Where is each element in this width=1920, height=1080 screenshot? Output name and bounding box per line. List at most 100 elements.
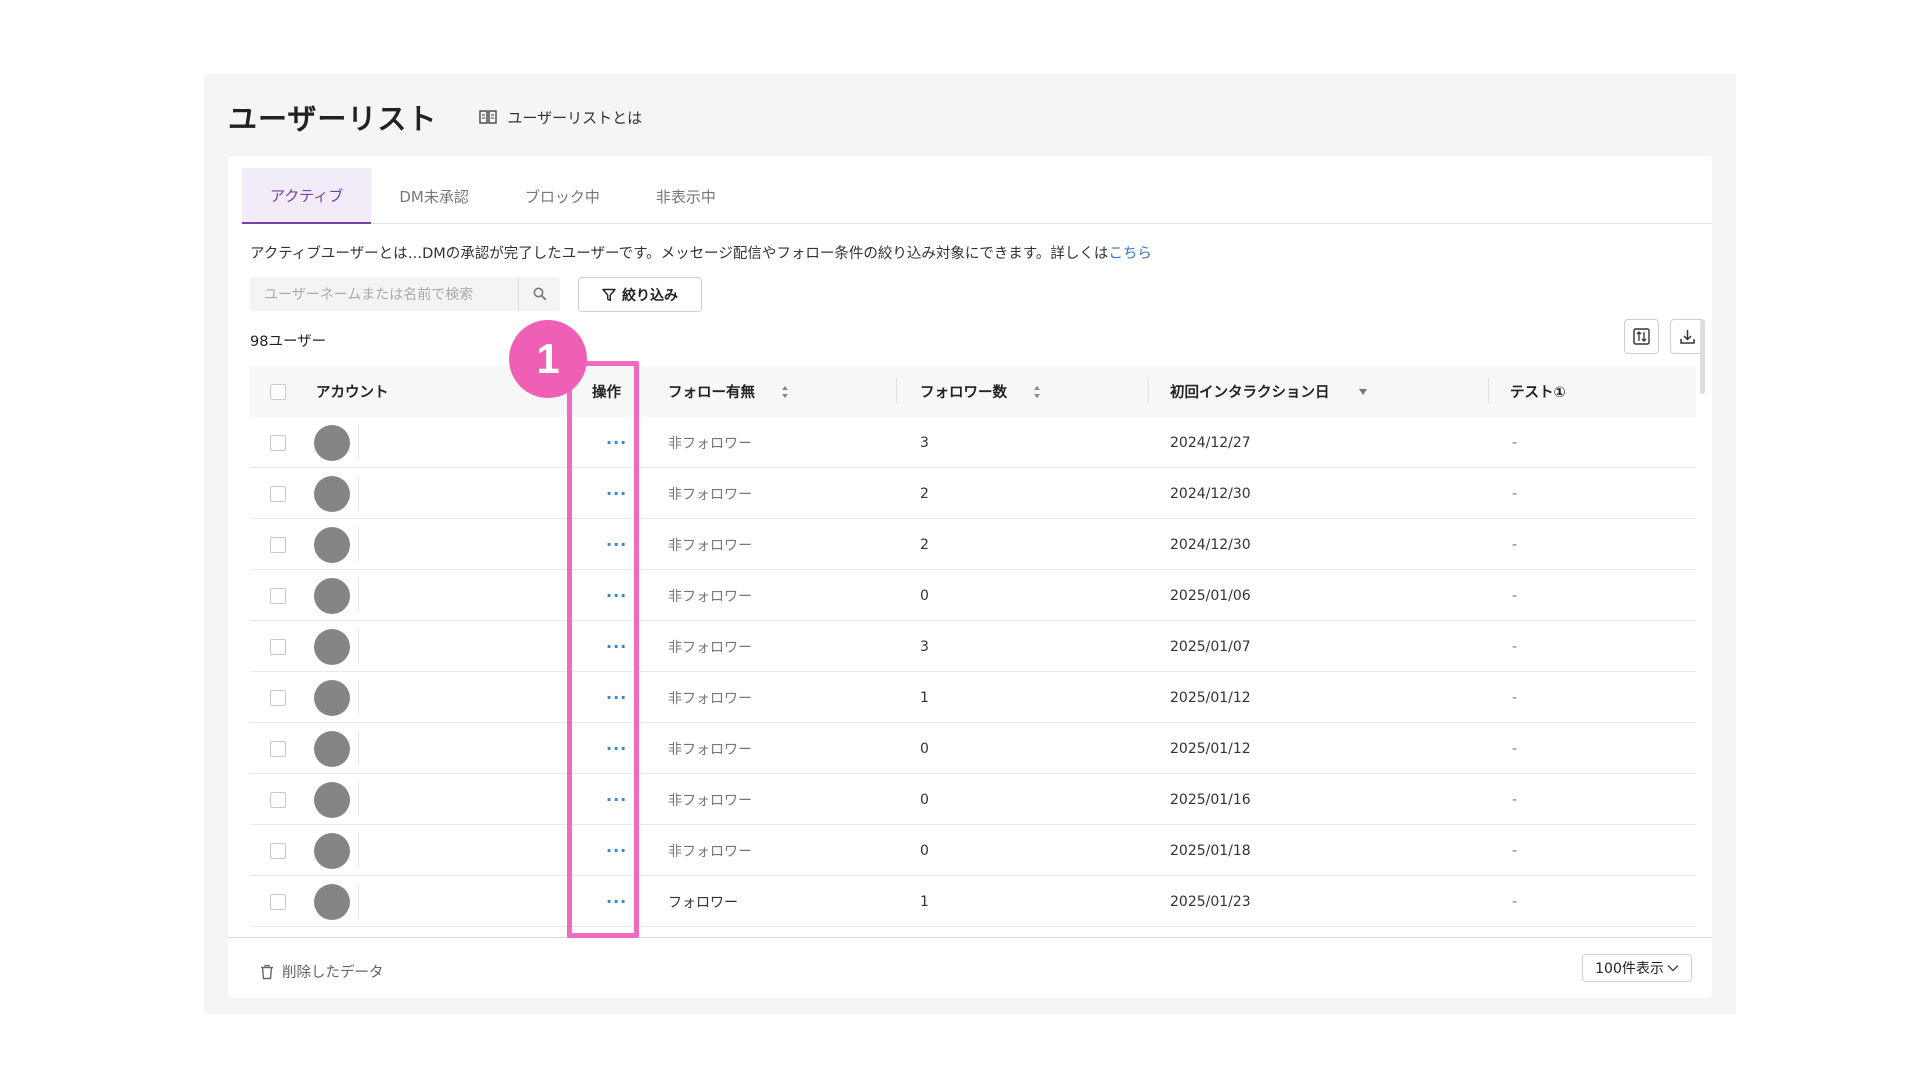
action-menu-button[interactable]: ··· [606,468,627,519]
avatar[interactable] [314,832,350,869]
column-settings-button[interactable] [1624,319,1659,354]
avatar[interactable] [314,628,350,665]
search-box[interactable]: ユーザーネームまたは名前で検索 [250,277,560,311]
select-all-checkbox[interactable] [270,383,286,400]
follow-status: フォロワー [668,894,738,911]
cell-divider [358,731,359,765]
trash-icon [261,964,273,979]
account-cell[interactable] [314,468,350,519]
details-link[interactable]: こちら [1108,246,1152,262]
action-menu-button[interactable]: ··· [606,519,627,570]
account-cell[interactable] [314,570,350,621]
table-row[interactable]: ··· 非フォロワー 2 2024/12/30 - [250,468,1696,519]
action-menu-button[interactable]: ··· [606,723,627,774]
row-checkbox[interactable] [270,842,286,859]
column-divider [1148,378,1149,404]
action-menu-button[interactable]: ··· [606,417,627,468]
account-cell[interactable] [314,876,350,927]
avatar[interactable] [314,883,350,920]
account-cell[interactable] [314,621,350,672]
filter-label[interactable]: 絞り込み [622,285,678,305]
deleted-data-link[interactable]: 削除したデータ [260,961,384,982]
scrollbar[interactable] [1700,320,1705,394]
row-select-cell [270,519,286,570]
account-cell[interactable] [314,774,350,825]
action-menu-button[interactable]: ··· [606,570,627,621]
table-row[interactable]: ··· 非フォロワー 0 2025/01/06 - [250,570,1696,621]
tab-active[interactable]: アクティブ [242,168,372,224]
action-menu-button[interactable]: ··· [606,672,627,723]
avatar[interactable] [314,679,350,716]
table-row[interactable]: ··· 非フォロワー 2 2024/12/30 - [250,519,1696,570]
account-cell[interactable] [314,825,350,876]
cell-divider [358,476,359,510]
follow-status: 非フォロワー [668,690,752,707]
col-account: アカウント [316,385,389,401]
follow-status: 非フォロワー [668,486,752,503]
first-interaction-date: 2024/12/30 [1170,536,1251,553]
row-select-cell [270,468,286,519]
row-checkbox[interactable] [270,893,286,910]
deleted-data-label[interactable]: 削除したデータ [282,961,384,982]
description-text: アクティブユーザーとは…DMの承認が完了したユーザーです。メッセージ配信やフォロ… [250,246,1109,262]
table-row[interactable]: ··· 非フォロワー 3 2024/12/27 - [250,417,1696,468]
tab-bar: アクティブ DM未承認 ブロック中 非表示中 [242,168,1712,224]
follower-count: 0 [920,587,929,604]
action-menu-button[interactable]: ··· [606,876,627,927]
table-body: ··· 非フォロワー 3 2024/12/27 - ··· 非フォロワー 2 2… [250,417,1696,927]
user-count: 98ユーザー [250,334,327,350]
action-menu-button[interactable]: ··· [606,621,627,672]
avatar[interactable] [314,781,350,818]
help-link-label[interactable]: ユーザーリストとは [507,107,642,128]
account-cell[interactable] [314,417,350,468]
help-link[interactable]: ユーザーリストとは [479,107,642,128]
sort-desc-icon[interactable] [1358,388,1368,396]
per-page-value[interactable]: 100件表示 [1595,958,1664,978]
account-cell[interactable] [314,723,350,774]
row-checkbox[interactable] [270,587,286,604]
sort-icon[interactable] [1033,385,1041,399]
follow-status: 非フォロワー [668,588,752,605]
follower-count: 0 [920,740,929,757]
action-menu-button[interactable]: ··· [606,774,627,825]
sort-icon[interactable] [781,385,789,399]
test-value: - [1512,536,1518,553]
search-input[interactable]: ユーザーネームまたは名前で検索 [250,284,518,304]
row-checkbox[interactable] [270,740,286,757]
row-checkbox[interactable] [270,638,286,655]
cell-divider [358,578,359,612]
table-row[interactable]: ··· 非フォロワー 0 2025/01/12 - [250,723,1696,774]
test-value: - [1512,740,1518,757]
avatar[interactable] [314,475,350,512]
row-checkbox[interactable] [270,434,286,451]
table-row[interactable]: ··· 非フォロワー 0 2025/01/16 - [250,774,1696,825]
col-follow-sortable[interactable]: フォロー有無 [668,366,789,417]
row-select-cell [270,876,286,927]
row-select-cell [270,417,286,468]
table-row[interactable]: ··· 非フォロワー 3 2025/01/07 - [250,621,1696,672]
tab-blocked[interactable]: ブロック中 [497,168,628,224]
row-checkbox[interactable] [270,689,286,706]
avatar[interactable] [314,730,350,767]
row-checkbox[interactable] [270,536,286,553]
account-cell[interactable] [314,519,350,570]
row-checkbox[interactable] [270,485,286,502]
table-row[interactable]: ··· 非フォロワー 0 2025/01/18 - [250,825,1696,876]
table-row[interactable]: ··· フォロワー 1 2025/01/23 - [250,876,1696,927]
row-checkbox[interactable] [270,791,286,808]
account-cell[interactable] [314,672,350,723]
tab-dm-unapproved[interactable]: DM未承認 [371,168,497,224]
tab-hidden[interactable]: 非表示中 [628,168,744,224]
action-menu-button[interactable]: ··· [606,825,627,876]
avatar[interactable] [314,577,350,614]
search-button[interactable] [518,277,560,311]
table-row[interactable]: ··· 非フォロワー 1 2025/01/12 - [250,672,1696,723]
col-followers-sortable[interactable]: フォロワー数 [920,366,1041,417]
filter-button[interactable]: 絞り込み [578,277,702,312]
avatar[interactable] [314,424,350,461]
column-settings-icon [1633,328,1650,345]
avatar[interactable] [314,526,350,563]
col-first-interaction-sortable[interactable]: 初回インタラクション日 [1170,366,1368,417]
page-header: ユーザーリスト ユーザーリストとは [228,96,642,138]
per-page-select[interactable]: 100件表示 [1582,954,1692,982]
